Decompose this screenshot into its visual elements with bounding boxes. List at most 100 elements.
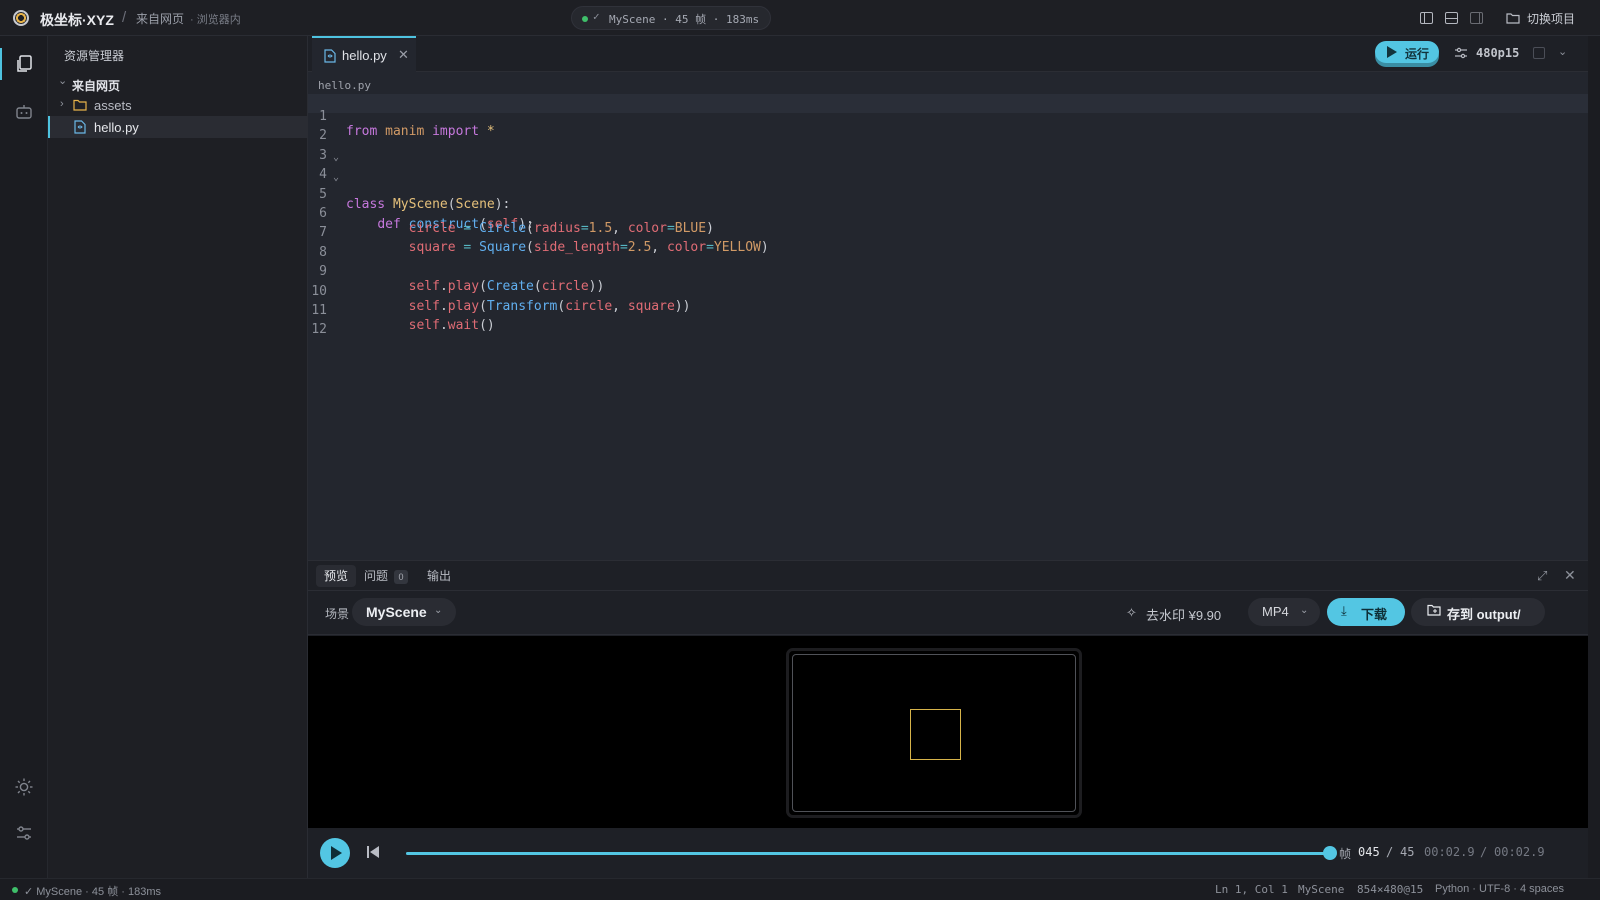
tab-label: hello.py [342,48,387,63]
code-line: 7 square = Square(side_length=2.5, color… [308,210,1588,255]
quality-settings-icon [1455,47,1467,59]
python-file-icon [324,49,336,63]
tree-item-label: 来自网页 [72,79,121,93]
app-logo-icon [13,10,29,26]
scene-dropdown-value: MyScene [366,604,427,620]
layout-divider [1446,18,1457,20]
layout-divider [1479,13,1481,23]
play-icon [331,846,342,860]
breadcrumb-separator: / [122,9,127,26]
status-dot-icon [12,887,18,893]
tree-item-label: assets [94,98,132,113]
rendered-yellow-square [910,709,961,760]
frame-current: 045 [1358,845,1380,859]
toggle-panel-button[interactable] [1441,8,1463,28]
code-line: 8 [308,230,1588,260]
preview-toolbar: 场景 MyScene ⌄ ✧ 去水印 ¥9.90 MP4 ⌄ ⤓ 下载 存到 o… [308,591,1588,635]
remove-watermark-button[interactable]: 去水印 ¥9.90 [1146,605,1221,624]
format-dropdown[interactable]: MP4 ⌄ [1248,598,1320,626]
run-button-label: 运行 [1405,47,1430,61]
code-line: 4 ⌄ class MyScene(Scene): [308,152,1588,212]
layout-divider [1424,13,1426,23]
time-total: 00:02.9 [1494,845,1545,859]
selection-indicator [48,116,50,138]
sparkle-icon: ✧ [1126,605,1137,620]
theme-sun-icon[interactable] [14,777,34,797]
toggle-right-panel-button[interactable] [1466,8,1488,28]
skip-to-start-button[interactable] [365,844,381,860]
download-button[interactable]: ⤓ 下载 [1327,598,1405,626]
video-frame[interactable] [786,648,1082,818]
playback-scrubber-handle[interactable] [1323,846,1337,860]
chevron-down-icon: ⌄ [434,605,443,616]
render-status-text: MyScene · 45 帧 · 183ms [609,13,760,26]
explorer-sidebar: 资源管理器 ⌄ 来自网页 › assets hello.py [48,36,308,878]
close-panel-icon[interactable]: ✕ [1564,567,1576,584]
folder-icon [73,99,87,111]
tab-output[interactable]: 输出 [419,565,459,587]
statusbar-render-status[interactable]: ✓ MyScene · 45 帧 · 183ms [24,883,161,899]
switch-project-button[interactable]: 切换项目 [1527,10,1575,27]
save-to-output-button[interactable]: 存到 output/ [1411,598,1545,626]
play-icon [1387,46,1397,58]
playback-progress-fill [406,852,1330,855]
explorer-files-icon[interactable] [14,54,34,74]
play-button[interactable] [320,838,350,868]
fold-chevron-icon[interactable]: ⌄ [333,152,339,163]
explorer-title: 资源管理器 [64,49,125,63]
save-button-label: 存到 output/ [1447,607,1521,622]
playback-progress-bar[interactable] [406,846,1337,860]
breadcrumb-location: · 浏览器内 [190,14,241,26]
rendered-canvas [792,654,1076,812]
activity-active-indicator [0,48,2,80]
tab-preview[interactable]: 预览 [316,565,357,587]
statusbar-cursor-position[interactable]: Ln 1, Col 1 [1215,883,1288,896]
status-bar: ✓ MyScene · 45 帧 · 183ms Ln 1, Col 1 MyS… [0,878,1600,900]
maximize-panel-icon[interactable]: ⤢ [1537,568,1547,584]
settings-sliders-icon[interactable] [14,823,34,843]
status-dot-icon [582,16,588,22]
editor-tab-bar: hello.py ✕ 运行 480p15 ⌄ [308,36,1588,72]
tab-close-icon[interactable]: ✕ [398,47,409,63]
split-editor-icon[interactable] [1533,47,1545,59]
statusbar-language[interactable]: Python · UTF-8 · 4 spaces [1435,883,1564,895]
fold-chevron-icon[interactable]: ⌄ [333,172,339,183]
scene-dropdown[interactable]: MyScene ⌄ [352,598,456,626]
editor-breadcrumb[interactable]: hello.py [318,79,371,92]
code-line: 2 [308,113,1588,143]
time-current: 00:02.9 [1424,845,1475,859]
code-line: 5 ⌄ def construct(self): [308,172,1588,232]
robot-assistant-icon[interactable] [14,102,34,122]
folder-open-icon [1506,13,1520,24]
quality-selector[interactable]: 480p15 [1476,46,1519,60]
tree-file-hello-py[interactable]: hello.py [48,116,308,138]
code-area[interactable]: 1 from manim import * 2 3 4 ⌄ class MySc… [308,94,1588,337]
frame-separator: / [1386,845,1394,859]
chevron-down-icon: ⌄ [1300,605,1309,616]
tree-folder-assets[interactable]: › assets [48,94,308,116]
chevron-right-icon: › [60,98,64,110]
download-icon: ⤓ [1341,603,1347,618]
tab-problems[interactable]: 问题 0 [356,565,416,587]
toggle-sidebar-button[interactable] [1416,8,1438,28]
chevron-down-icon[interactable]: ⌄ [1558,45,1567,58]
python-file-icon [74,120,86,134]
download-button-label: 下载 [1361,607,1388,622]
app-title: 极坐标·XYZ [40,12,114,28]
bottom-panel: 预览 问题 0 输出 ⤢ ✕ 场景 MyScene ⌄ ✧ 去水印 ¥9.90 M… [308,560,1588,879]
check-icon: ✓ [593,10,600,23]
tab-hello-py[interactable]: hello.py ✕ [312,36,416,72]
breadcrumb-source[interactable]: 来自网页 [136,10,184,27]
code-line: 9 self.play(Create(circle)) [308,249,1588,294]
render-status-pill[interactable]: ✓ MyScene · 45 帧 · 183ms [571,6,771,30]
statusbar-resolution[interactable]: 854×480@15 [1357,883,1423,896]
code-line: 3 [308,133,1588,163]
tree-folder-root[interactable]: ⌄ 来自网页 [48,72,308,94]
code-line: 12 [308,307,1588,337]
statusbar-scene[interactable]: MyScene [1298,883,1344,896]
folder-save-icon [1427,604,1441,616]
frame-total: 45 [1400,845,1415,859]
code-editor: hello.py ✕ 运行 480p15 ⌄ hello.py 1 from m… [308,36,1588,560]
run-button[interactable]: 运行 [1375,41,1439,63]
tab-problems-label: 问题 [364,569,389,583]
